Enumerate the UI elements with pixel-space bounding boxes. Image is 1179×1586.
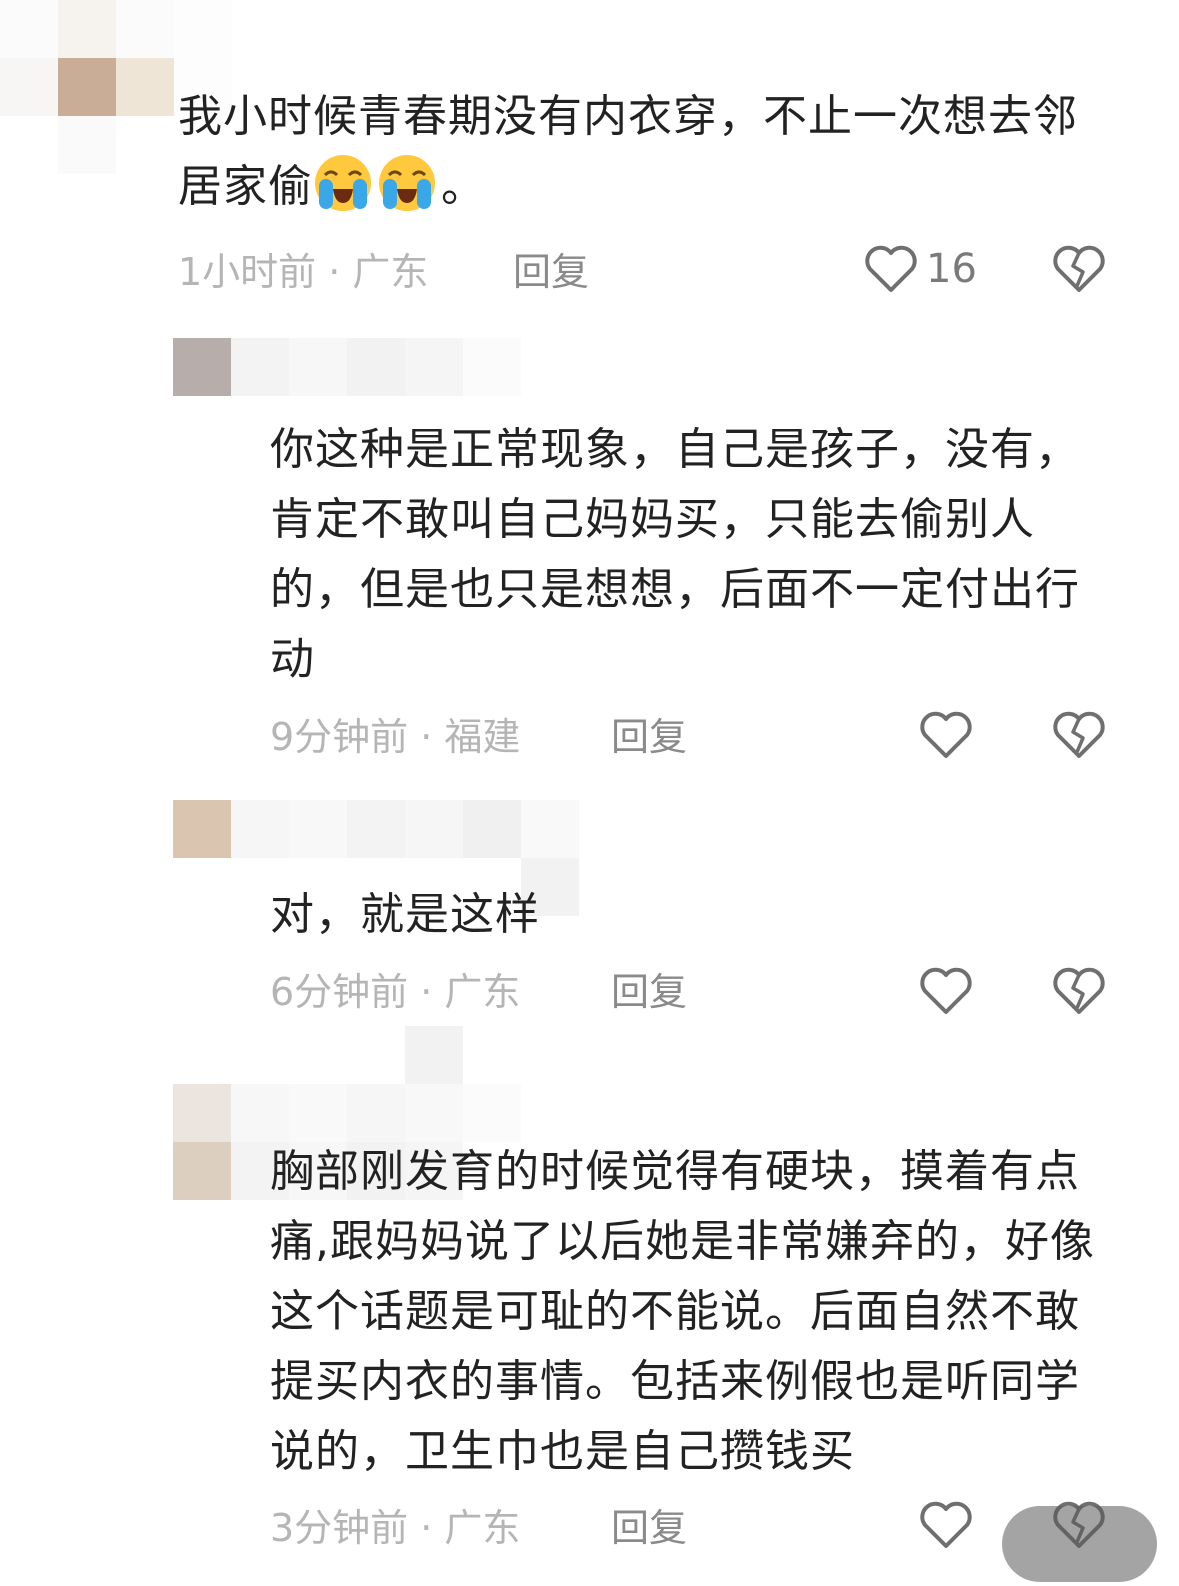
- heart-outline-icon: [920, 967, 972, 1014]
- broken-heart-icon: [1053, 245, 1105, 292]
- like-button[interactable]: [919, 966, 973, 1016]
- comment-text: 胸部刚发育的时候觉得有硬块，摸着有点痛,跟妈妈说了以后她是非常嫌弃的，好像这个话…: [270, 1146, 1095, 1477]
- heart-outline-icon: [920, 1501, 972, 1548]
- broken-heart-icon: [1053, 711, 1105, 758]
- reply-button[interactable]: 回复: [611, 967, 687, 1017]
- crying-face-icon: [313, 153, 373, 213]
- comment-meta: 9分钟前 · 福建: [270, 715, 521, 759]
- like-count: 16: [926, 246, 977, 292]
- broken-heart-icon: [1053, 967, 1105, 1014]
- comment-text: 对，就是这样: [270, 889, 540, 940]
- watermark-badge: [1002, 1506, 1157, 1582]
- dislike-button[interactable]: [1052, 710, 1106, 760]
- crying-face-icon: [377, 153, 437, 213]
- comment-meta: 6分钟前 · 广东: [270, 970, 521, 1014]
- reply-button[interactable]: 回复: [611, 1503, 687, 1553]
- like-button[interactable]: [919, 1500, 973, 1550]
- comment-text: 你这种是正常现象，自己是孩子，没有，肯定不敢叫自己妈妈买，只能去偷别人的，但是也…: [270, 424, 1080, 685]
- like-button[interactable]: [919, 710, 973, 760]
- reply-button[interactable]: 回复: [611, 712, 687, 762]
- reply-button[interactable]: 回复: [513, 247, 589, 297]
- dislike-button[interactable]: [1052, 244, 1106, 294]
- heart-outline-icon: [920, 711, 972, 758]
- dislike-button[interactable]: [1052, 966, 1106, 1016]
- comment-meta: 1小时前 · 广东: [178, 250, 429, 294]
- comment-body-end: 。: [441, 161, 486, 212]
- comment-meta: 3分钟前 · 广东: [270, 1506, 521, 1550]
- comment-text: 我小时候青春期没有内衣穿，不止一次想去邻居家偷。: [178, 82, 1078, 222]
- like-button[interactable]: 16: [864, 244, 977, 294]
- avatar[interactable]: [173, 338, 521, 396]
- heart-outline-icon: [865, 245, 917, 292]
